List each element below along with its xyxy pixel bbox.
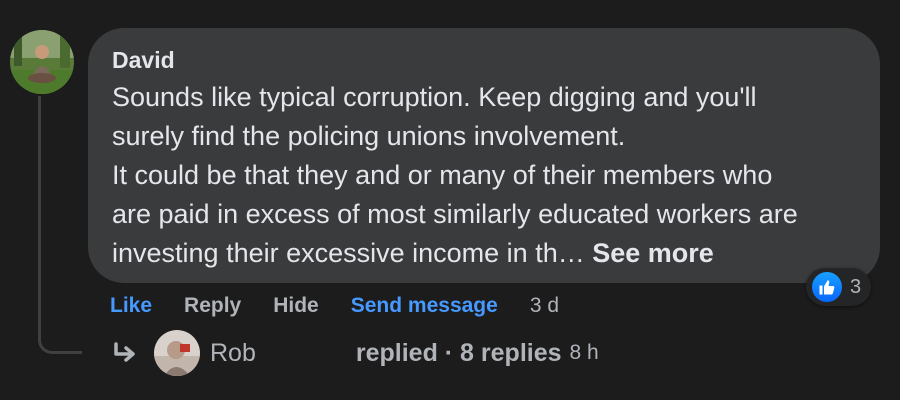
comment-bubble: David Sounds like typical corruption. Ke… — [88, 28, 880, 283]
avatar[interactable] — [10, 30, 74, 94]
like-icon — [810, 270, 844, 304]
comment-text: Sounds like typical corruption. Keep dig… — [112, 78, 856, 273]
user-avatar-photo-icon — [10, 30, 74, 94]
replier-name: Rob — [210, 338, 256, 367]
replier-avatar — [154, 330, 200, 376]
reaction-count: 3 — [850, 275, 862, 298]
send-message-button[interactable]: Send message — [351, 294, 498, 318]
reply-timestamp: 8 h — [569, 341, 599, 364]
thread-connector-line — [38, 96, 82, 354]
view-replies-link[interactable]: Rob replied · 8 replies 8 h — [110, 328, 599, 378]
replier-avatar-photo-icon — [154, 330, 200, 376]
comment-actions: Like Reply Hide Send message 3 d — [110, 288, 559, 324]
comment-thread: David Sounds like typical corruption. Ke… — [0, 0, 900, 400]
see-more-link[interactable]: See more — [592, 238, 714, 268]
reaction-summary[interactable]: 3 — [806, 268, 872, 306]
reply-arrow-icon — [114, 342, 135, 362]
hide-button[interactable]: Hide — [273, 294, 319, 318]
comment-author[interactable]: David — [112, 46, 856, 74]
reply-button[interactable]: Reply — [184, 294, 241, 318]
like-button[interactable]: Like — [110, 294, 152, 318]
comment-timestamp[interactable]: 3 d — [530, 294, 559, 318]
reply-count: replied · 8 replies — [355, 338, 562, 367]
